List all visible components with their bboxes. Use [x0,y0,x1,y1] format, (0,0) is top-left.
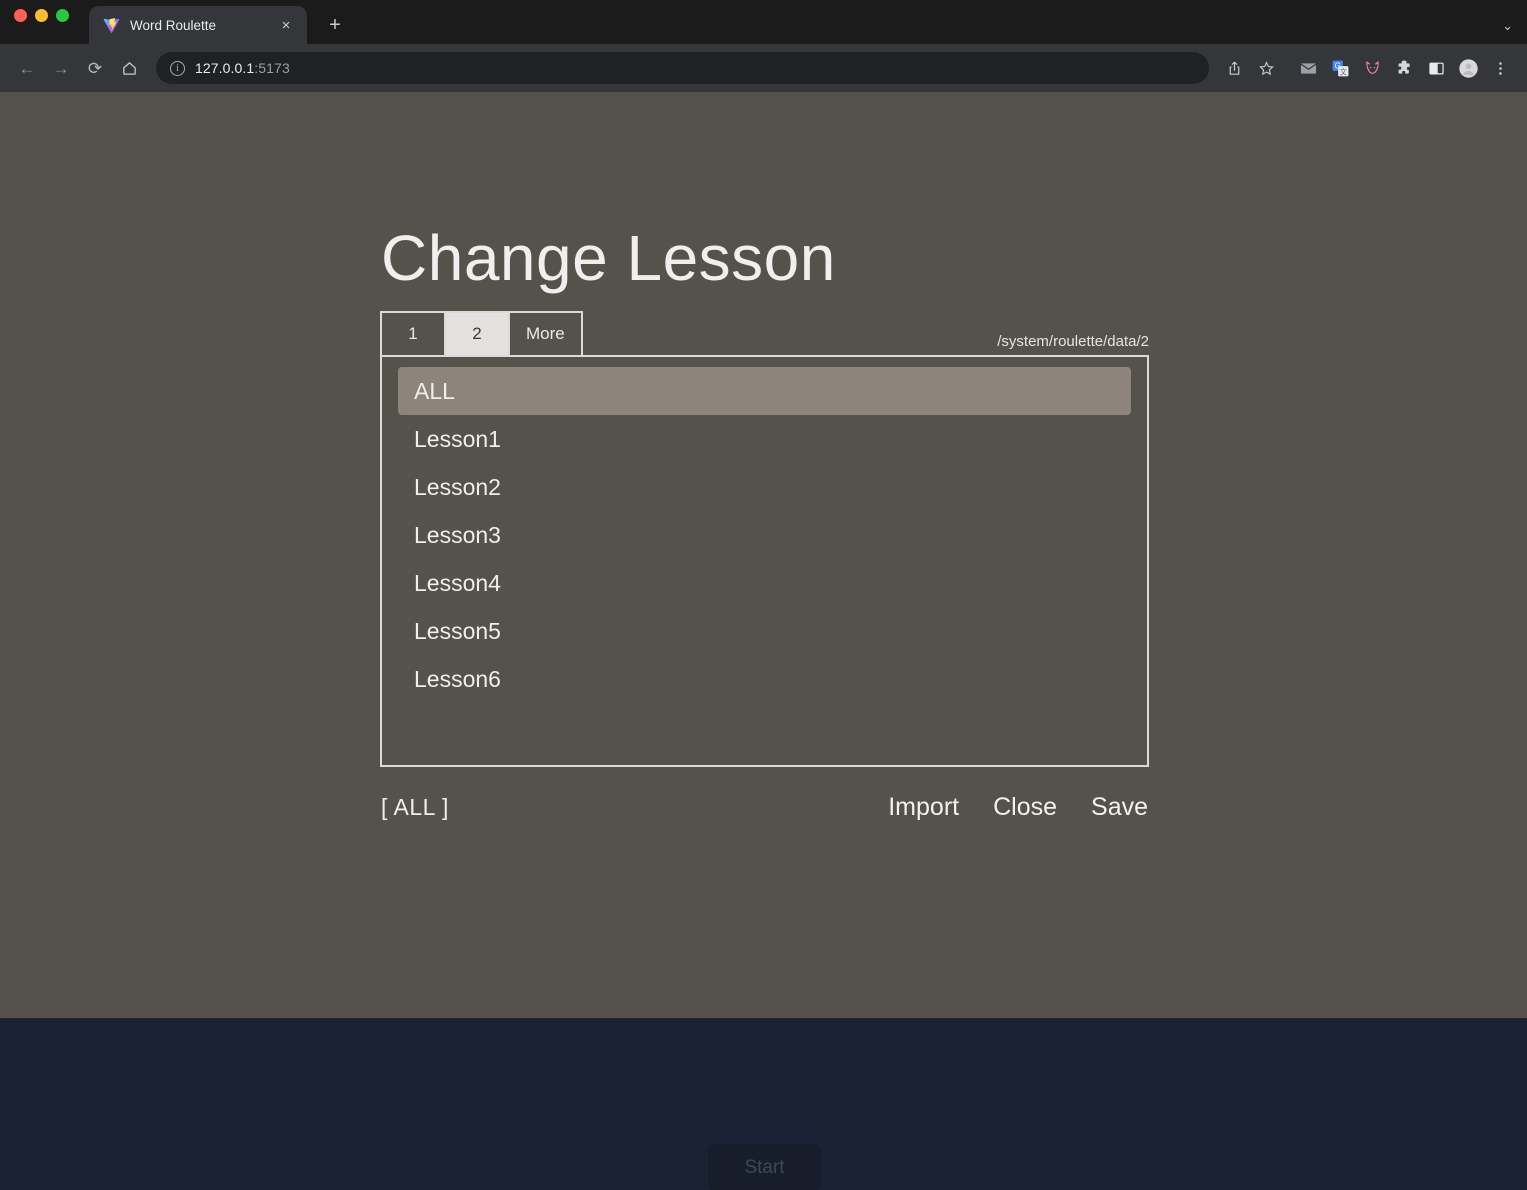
mail-icon[interactable] [1293,53,1323,83]
change-lesson-dialog: Change Lesson 1 2 More /system/roulette/… [380,223,1149,822]
list-item-lesson2[interactable]: Lesson2 [398,463,1131,511]
puzzle-extensions-icon[interactable] [1389,53,1419,83]
reload-button[interactable]: ⟳ [80,53,110,83]
site-info-icon[interactable]: i [170,60,185,76]
side-panel-icon[interactable] [1421,53,1451,83]
list-item-all[interactable]: ALL [398,367,1131,416]
close-window-button[interactable] [14,8,27,22]
tab-dataset-more[interactable]: More [510,313,581,356]
browser-tab[interactable]: Word Roulette × [89,6,307,44]
three-dot-menu-icon[interactable] [1485,53,1515,83]
url-host: 127.0.0.1 [195,60,255,76]
data-path-label: /system/roulette/data/2 [997,333,1149,351]
profile-avatar[interactable] [1453,53,1483,83]
list-item-lesson6[interactable]: Lesson6 [398,655,1131,703]
change-lesson-overlay: Change Lesson 1 2 More /system/roulette/… [0,92,1527,1018]
start-button[interactable]: Start [708,1144,821,1190]
vite-logo-icon [103,17,120,34]
dataset-tabs-row: 1 2 More /system/roulette/data/2 [380,311,1149,356]
save-button[interactable]: Save [1091,793,1148,822]
dialog-footer: [ ALL ] Import Close Save [380,793,1149,822]
bookmark-star-icon[interactable] [1251,53,1281,83]
tab-dataset-2[interactable]: 2 [446,313,510,356]
svg-text:文: 文 [1339,67,1346,76]
dialog-actions: Import Close Save [888,793,1148,822]
google-translate-icon[interactable]: G 文 [1325,53,1355,83]
page-viewport: Start Loading Completed Change Lesson 1 … [0,92,1527,1190]
list-item-lesson4[interactable]: Lesson4 [398,559,1131,607]
dataset-tabs: 1 2 More [380,311,583,356]
current-selection-label: [ ALL ] [381,794,449,821]
address-bar[interactable]: i 127.0.0.1:5173 [156,52,1209,84]
import-button[interactable]: Import [888,793,959,822]
url-port: :5173 [254,60,290,76]
cat-icon[interactable] [1357,53,1387,83]
close-button[interactable]: Close [993,793,1057,822]
url-text: 127.0.0.1:5173 [195,60,290,76]
list-item-lesson1[interactable]: Lesson1 [398,415,1131,463]
minimize-window-button[interactable] [35,8,48,22]
share-icon[interactable] [1219,53,1249,83]
tab-title: Word Roulette [130,17,217,33]
new-tab-button[interactable]: + [321,15,349,35]
close-tab-icon[interactable]: × [275,18,297,33]
tab-list-menu-icon[interactable]: ⌄ [1502,18,1513,34]
window-controls [14,0,69,44]
back-button[interactable]: ← [12,53,42,83]
omnibox-actions [1219,53,1281,83]
forward-button[interactable]: → [46,53,76,83]
extension-icons: G 文 [1293,53,1515,83]
list-item-lesson5[interactable]: Lesson5 [398,607,1131,655]
home-button[interactable] [114,53,144,83]
maximize-window-button[interactable] [56,8,69,22]
page-title: Change Lesson [381,222,836,294]
list-item-lesson3[interactable]: Lesson3 [398,511,1131,559]
browser-window: Word Roulette × + ⌄ ← → ⟳ i 127.0.0.1:51… [0,0,1527,1190]
browser-toolbar: ← → ⟳ i 127.0.0.1:5173 G 文 [0,44,1527,92]
tab-strip: Word Roulette × + ⌄ [0,0,1527,44]
lesson-list[interactable]: ALL Lesson1 Lesson2 Lesson3 Lesson4 Less… [380,355,1149,768]
tab-dataset-1[interactable]: 1 [382,313,446,356]
